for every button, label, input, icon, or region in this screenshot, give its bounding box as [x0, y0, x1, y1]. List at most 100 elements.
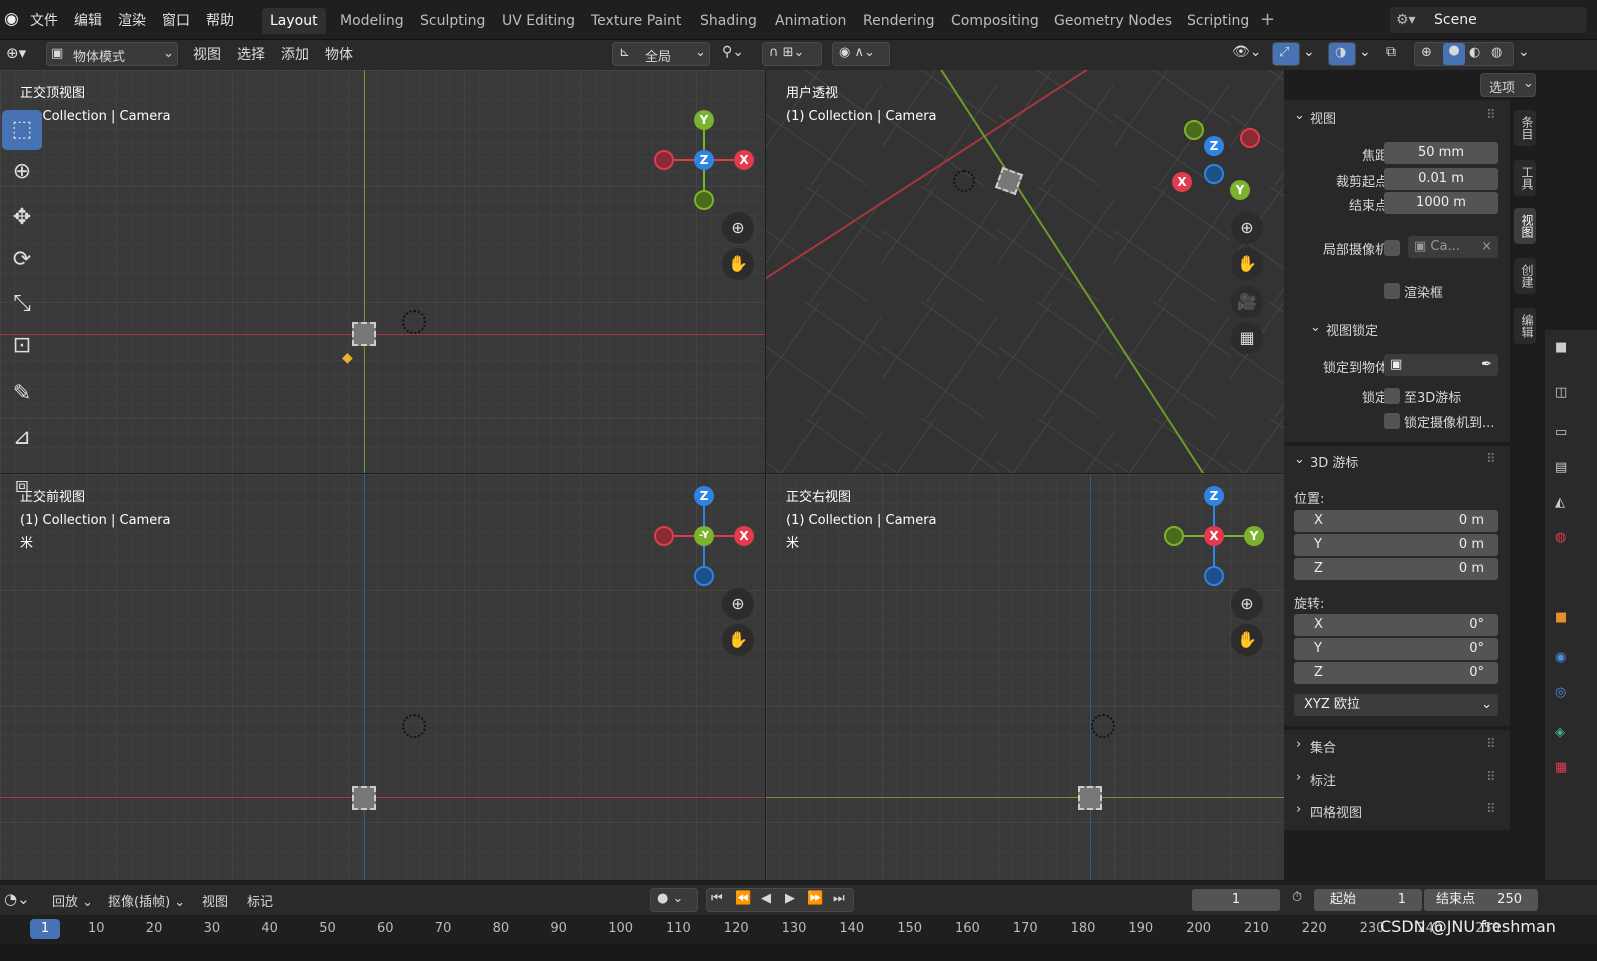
tab-compositing[interactable]: Compositing [943, 8, 1047, 34]
annotate-icon[interactable]: ✎ [2, 374, 42, 414]
pivot-icon[interactable]: ⚲⌄ [722, 44, 744, 60]
gizmo-z-axis[interactable]: Z [694, 150, 714, 170]
rendered-icon[interactable]: ◍ [1491, 45, 1502, 60]
drag-handle-icon[interactable]: ⠿ [1486, 770, 1496, 785]
gizmo-neg-y-axis[interactable] [694, 190, 714, 210]
clip-start-field[interactable]: 0.01 m [1384, 168, 1498, 190]
menu-render[interactable]: 渲染 [118, 10, 146, 30]
gizmo-neg-x-axis[interactable] [654, 526, 674, 546]
measure-icon[interactable]: ⊿ [2, 418, 42, 458]
menu-marker[interactable]: 标记 [247, 891, 273, 910]
gizmo-y-axis[interactable]: Y [694, 110, 714, 130]
select-box-icon[interactable]: ⬚ [2, 110, 42, 150]
editor-type-icon[interactable]: ⊕▾ [6, 44, 26, 62]
tab-animation[interactable]: Animation [767, 8, 854, 34]
drag-handle-icon[interactable]: ⠿ [1486, 108, 1496, 123]
camera-object[interactable] [1078, 786, 1102, 810]
cursor-icon[interactable]: ⊕ [2, 152, 42, 192]
texture-props-icon[interactable]: ▦ [1555, 760, 1567, 775]
mode-selector[interactable]: ▣ 物体模式 ⌄ [46, 42, 178, 66]
local-camera-field[interactable]: ▣ Ca... × [1408, 236, 1498, 258]
menu-view[interactable]: 视图 [193, 44, 221, 64]
solid-icon[interactable]: ● [1443, 43, 1465, 65]
tab-edit[interactable]: 编辑 [1514, 308, 1536, 344]
current-frame-field[interactable]: 1 [1192, 889, 1280, 911]
gizmo-neg-x-axis[interactable] [1240, 128, 1260, 148]
drag-handle-icon[interactable]: ⠿ [1486, 452, 1496, 467]
next-key-icon[interactable]: ⏩ [807, 891, 823, 906]
play-reverse-icon[interactable]: ◀ [761, 891, 771, 906]
cursor-rotation-y[interactable]: Y 0° [1294, 638, 1498, 660]
clock-icon[interactable]: ◔⌄ [4, 890, 30, 908]
gizmo-x-axis[interactable]: X [734, 150, 754, 170]
move-icon[interactable]: ✥ [2, 198, 42, 238]
blender-logo-icon[interactable]: ◉ [4, 9, 19, 29]
rotate-icon[interactable]: ⟳ [2, 240, 42, 280]
tab-shading[interactable]: Shading [692, 8, 765, 34]
cursor-location-x[interactable]: X 0 m [1294, 510, 1498, 532]
add-cube-icon[interactable]: ⧈ [2, 466, 42, 506]
cursor-rotation-x[interactable]: X 0° [1294, 614, 1498, 636]
scene-selector[interactable]: ⚙▾ Scene [1390, 7, 1587, 33]
keying-menu[interactable]: 抠像(插帧) ⌄ [108, 891, 185, 910]
tab-geometry-nodes[interactable]: Geometry Nodes [1046, 8, 1180, 34]
clock-icon[interactable]: ⏱ [1292, 890, 1302, 905]
navigation-gizmo[interactable]: Z X Y [1170, 120, 1270, 210]
gizmo-neg-y-axis[interactable] [1164, 526, 1184, 546]
menu-window[interactable]: 窗口 [162, 10, 190, 30]
viewport-front[interactable]: 正交前视图 (1) Collection | Camera 米 Z -Y X ⊕… [0, 474, 765, 880]
chevron-down-icon[interactable]: ⌄ [1359, 44, 1371, 60]
cursor-rotation-z[interactable]: Z 0° [1294, 662, 1498, 684]
lock-camera-checkbox[interactable] [1384, 413, 1400, 429]
xray-icon[interactable]: ⧉ [1386, 44, 1396, 60]
menu-edit[interactable]: 编辑 [74, 10, 102, 30]
zoom-icon[interactable]: ⊕ [1231, 588, 1263, 620]
tab-view[interactable]: 视图 [1514, 208, 1536, 244]
drag-handle-icon[interactable]: ⠿ [1486, 802, 1496, 817]
camera-object[interactable] [352, 786, 376, 810]
navigation-gizmo[interactable]: Y Z X [650, 110, 760, 210]
gizmo-neg-x-axis[interactable] [654, 150, 674, 170]
view-layer-icon[interactable]: ▤ [1555, 460, 1567, 475]
tool-props-icon[interactable]: ■ [1555, 340, 1567, 355]
navigation-gizmo[interactable]: Z -Y X [650, 486, 760, 586]
output-props-icon[interactable]: ▭ [1555, 425, 1567, 440]
local-camera-checkbox[interactable] [1384, 240, 1400, 256]
tab-rendering[interactable]: Rendering [855, 8, 943, 34]
frame-end-field[interactable]: 结束点 250 [1424, 889, 1538, 911]
frame-ruler[interactable]: 1 10 20 30 40 50 60 70 80 90 100 110 120 130 140 150 16… [0, 915, 1597, 944]
zoom-icon[interactable]: ⊕ [722, 212, 754, 244]
tab-create[interactable]: 创建 [1514, 258, 1536, 294]
proportional-toggle[interactable]: ◉ ∧⌄ [832, 42, 890, 66]
navigation-gizmo[interactable]: Z X Y [1160, 486, 1270, 586]
add-workspace-icon[interactable]: + [1260, 9, 1275, 30]
shading-modes[interactable]: ⊕ ● ◐ ◍ [1414, 42, 1514, 66]
menu-add[interactable]: 添加 [281, 44, 309, 64]
focal-length-field[interactable]: 50 mm [1384, 142, 1498, 164]
wireframe-icon[interactable]: ⊕ [1421, 45, 1432, 60]
cursor-location-y[interactable]: Y 0 m [1294, 534, 1498, 556]
camera-view-icon[interactable]: 🎥 [1231, 286, 1263, 318]
gizmo-neg-z-axis[interactable] [1204, 164, 1224, 184]
camera-object[interactable] [352, 322, 376, 346]
world-props-icon[interactable]: ◍ [1555, 530, 1566, 545]
transform-orientation[interactable]: ⊾ 全局 ⌄ [612, 42, 710, 66]
cursor-3d-icon[interactable] [402, 714, 426, 738]
chevron-down-icon[interactable]: ⌄ [1303, 44, 1315, 60]
light-icon[interactable]: ◆ [342, 350, 353, 366]
chevron-down-icon[interactable]: ⌄ [1518, 44, 1530, 60]
snap-toggle[interactable]: ∩ ⊞⌄ [762, 42, 822, 66]
data-props-icon[interactable]: ◈ [1555, 725, 1565, 740]
lock-object-field[interactable]: ▣ ✒ [1384, 354, 1498, 376]
render-border-checkbox[interactable] [1384, 283, 1400, 299]
pan-hand-icon[interactable]: ✋ [1231, 624, 1263, 656]
viewport-top[interactable]: ◆ 正交顶视图 (1) Collection | Camera 米 Y Z X … [0, 70, 765, 473]
gizmo-y-axis[interactable]: Y [1244, 526, 1264, 546]
cursor-location-z[interactable]: Z 0 m [1294, 558, 1498, 580]
tab-scripting[interactable]: Scripting [1179, 8, 1257, 34]
eyedropper-icon[interactable]: ✒ [1481, 354, 1492, 376]
options-button[interactable]: 选项 ⌄ [1480, 73, 1536, 97]
zoom-icon[interactable]: ⊕ [1231, 212, 1263, 244]
pan-hand-icon[interactable]: ✋ [1231, 248, 1263, 280]
scale-icon[interactable]: ⤡ [2, 284, 42, 324]
